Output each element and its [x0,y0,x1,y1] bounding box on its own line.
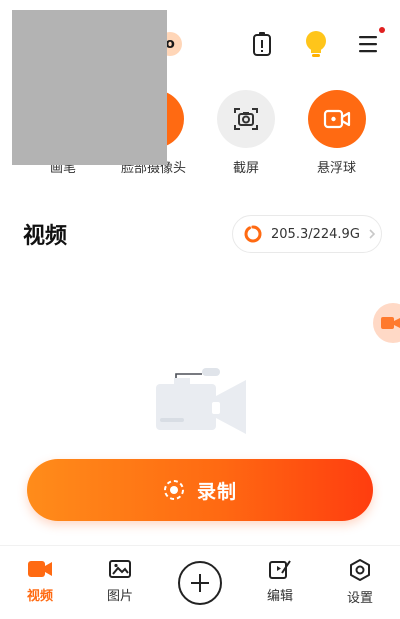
floating-ball[interactable] [373,303,400,343]
floating-camera-icon [381,317,400,329]
nav-label-image: 图片 [106,589,133,604]
storage-indicator[interactable]: 205.3/224.9G [232,215,382,253]
tool-screenshot[interactable] [217,90,275,148]
chevron-right-icon [369,229,376,239]
tool-floating-ball[interactable] [308,90,366,148]
settings-icon [350,559,370,581]
add-icon [191,574,209,592]
storage-text: 205.3/224.9G [271,226,360,242]
nav-label-video: 视频 [26,589,53,604]
video-icon [28,561,52,577]
image-icon [109,560,131,578]
nav-item-video[interactable]: 视频 [8,558,72,604]
menu-icon [359,36,377,53]
tool-label-screenshot: 截屏 [233,161,260,176]
tips-button[interactable] [298,26,334,62]
nav-item-image[interactable]: 图片 [88,558,152,604]
nav-label-edit: 编辑 [266,589,293,604]
section-title: 视频 [23,224,68,249]
screenshot-camera-icon [234,108,258,130]
menu-badge [379,27,385,33]
menu-button[interactable] [351,26,387,62]
edit-icon [269,560,291,579]
lightbulb-icon [306,31,326,57]
record-icon [163,480,184,500]
nav-item-settings[interactable]: 设置 [328,558,392,606]
record-label: 录制 [196,480,237,503]
nav-label-settings: 设置 [346,591,373,606]
battery-warning-button[interactable] [244,26,280,62]
floating-ball-icon [323,109,351,129]
record-button[interactable]: 录制 [27,459,373,521]
storage-ring-icon [244,225,262,243]
tool-label-floating-ball: 悬浮球 [317,161,357,176]
empty-video-illustration [156,368,246,434]
nav-add-button[interactable] [178,561,222,605]
battery-warning-icon [253,32,271,56]
nav-item-edit[interactable]: 编辑 [248,558,312,604]
redacted-area [12,10,167,165]
